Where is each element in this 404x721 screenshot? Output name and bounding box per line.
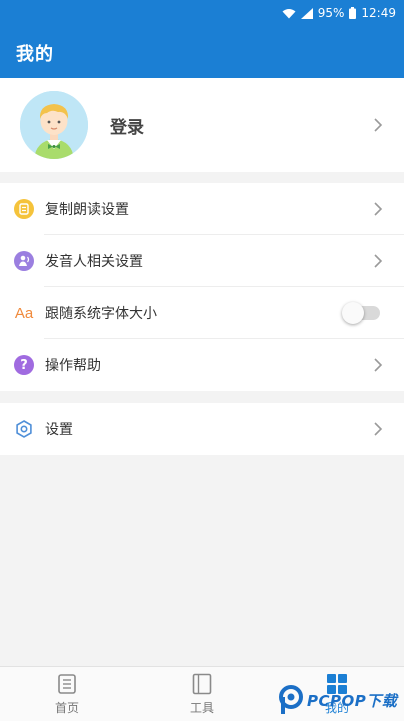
nav-item-tools[interactable]: 工具 (162, 667, 242, 721)
chevron-right-icon (374, 118, 383, 132)
chevron-right-icon (374, 358, 383, 372)
battery-percent: 95% (317, 6, 345, 20)
nav-label: 首页 (54, 701, 79, 715)
tools-icon (192, 673, 212, 695)
pcpop-watermark: PCPOP下载 (278, 682, 397, 718)
help-icon: ? (14, 355, 34, 375)
menu-item-label: 发音人相关设置 (45, 254, 143, 270)
pcpop-logo-icon (279, 685, 303, 714)
font-size-icon-text: Aa (14, 304, 34, 322)
watermark-text: PCPOP下载 (307, 691, 398, 710)
nav-label: 工具 (189, 701, 214, 715)
home-doc-icon (58, 674, 76, 694)
chevron-right-icon (374, 254, 383, 268)
speaker-person-icon (14, 251, 34, 271)
menu-item-follow-system-font: Aa 跟随系统字体大小 (0, 287, 404, 339)
gear-icon (14, 419, 34, 439)
copy-read-icon (14, 199, 34, 219)
follow-system-font-toggle[interactable] (342, 302, 380, 324)
menu-item-label: 复制朗读设置 (45, 202, 129, 218)
settings-menu: 复制朗读设置 发音人相关设置 Aa 跟随系统字体大小 ? 操作帮助 (0, 183, 404, 391)
nav-item-home[interactable]: 首页 (27, 667, 107, 721)
font-size-icon: Aa (14, 303, 34, 323)
menu-item-speaker-settings[interactable]: 发音人相关设置 (0, 235, 404, 287)
chevron-right-icon (374, 422, 383, 436)
battery-icon (349, 7, 357, 19)
menu-item-label: 跟随系统字体大小 (45, 306, 157, 322)
toggle-knob[interactable] (342, 302, 364, 324)
login-label[interactable]: 登录 (110, 113, 144, 138)
help-icon-glyph: ? (20, 357, 28, 373)
status-bar: 95% 12:49 (0, 0, 404, 26)
top-app-bar: 95% 12:49 我的 (0, 0, 404, 78)
menu-item-label: 操作帮助 (45, 358, 101, 374)
signal-icon (300, 7, 313, 19)
settings-section: 设置 (0, 403, 404, 455)
chevron-right-icon (374, 202, 383, 216)
menu-item-settings[interactable]: 设置 (0, 403, 404, 455)
boy-avatar-icon[interactable] (20, 91, 88, 159)
menu-item-label: 设置 (45, 422, 73, 438)
menu-item-operation-help[interactable]: ? 操作帮助 (0, 339, 404, 391)
menu-item-copy-read-settings[interactable]: 复制朗读设置 (0, 183, 404, 235)
clock: 12:49 (361, 6, 396, 20)
login-row[interactable]: 登录 (0, 78, 404, 172)
page-title: 我的 (16, 44, 54, 65)
wifi-icon (282, 8, 296, 19)
